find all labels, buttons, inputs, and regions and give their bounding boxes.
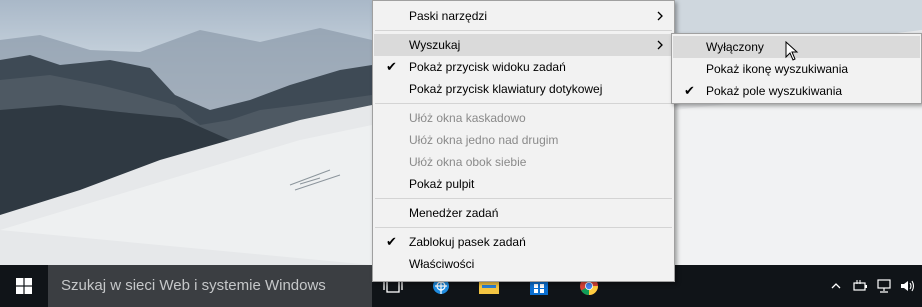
chevron-right-icon bbox=[657, 40, 663, 50]
windows-logo-icon bbox=[16, 278, 32, 294]
menu-item-task-manager[interactable]: Menedżer zadań bbox=[374, 202, 673, 224]
menu-separator bbox=[375, 30, 672, 31]
menu-item-label: Ułóż okna jedno nad drugim bbox=[409, 133, 559, 147]
start-button[interactable] bbox=[0, 265, 48, 307]
menu-item-lock-taskbar[interactable]: ✔ Zablokuj pasek zadań bbox=[374, 231, 673, 253]
menu-item-label: Zablokuj pasek zadań bbox=[409, 235, 526, 249]
menu-item-label: Pokaż przycisk klawiatury dotykowej bbox=[409, 82, 603, 96]
network-icon[interactable] bbox=[874, 265, 894, 307]
menu-item-label: Pokaż przycisk widoku zadań bbox=[409, 60, 566, 74]
menu-item-show-task-view-button[interactable]: ✔ Pokaż przycisk widoku zadań bbox=[374, 56, 673, 78]
checkmark-icon: ✔ bbox=[386, 234, 397, 249]
menu-separator bbox=[375, 103, 672, 104]
menu-item-label: Właściwości bbox=[409, 257, 475, 271]
taskbar-context-menu: Paski narzędzi Wyszukaj ✔ Pokaż przycisk… bbox=[372, 0, 675, 282]
power-icon[interactable] bbox=[850, 265, 870, 307]
menu-item-label: Paski narzędzi bbox=[409, 9, 488, 23]
menu-item-label: Ułóż okna obok siebie bbox=[409, 155, 527, 169]
menu-item-label: Pokaż ikonę wyszukiwania bbox=[706, 62, 849, 76]
menu-item-label: Ułóż okna kaskadowo bbox=[409, 111, 526, 125]
menu-item-cascade-windows: Ułóż okna kaskadowo bbox=[374, 107, 673, 129]
submenu-item-show-search-icon[interactable]: Pokaż ikonę wyszukiwania bbox=[673, 58, 920, 80]
checkmark-icon: ✔ bbox=[684, 83, 695, 98]
menu-item-toolbars[interactable]: Paski narzędzi bbox=[374, 5, 673, 27]
menu-item-stack-windows: Ułóż okna jedno nad drugim bbox=[374, 129, 673, 151]
menu-item-show-touch-keyboard-button[interactable]: Pokaż przycisk klawiatury dotykowej bbox=[374, 78, 673, 100]
taskbar-search-box[interactable]: Szukaj w sieci Web i systemie Windows bbox=[48, 265, 372, 307]
menu-separator bbox=[375, 198, 672, 199]
menu-item-properties[interactable]: Właściwości bbox=[374, 253, 673, 275]
submenu-item-show-search-box[interactable]: ✔ Pokaż pole wyszukiwania bbox=[673, 80, 920, 102]
volume-icon[interactable] bbox=[898, 265, 918, 307]
menu-item-label: Pokaż pulpit bbox=[409, 177, 475, 191]
checkmark-icon: ✔ bbox=[386, 59, 397, 74]
menu-item-label: Menedżer zadań bbox=[409, 206, 499, 220]
mouse-cursor-icon bbox=[785, 41, 799, 61]
menu-item-side-by-side-windows: Ułóż okna obok siebie bbox=[374, 151, 673, 173]
menu-item-show-desktop[interactable]: Pokaż pulpit bbox=[374, 173, 673, 195]
chevron-right-icon bbox=[657, 11, 663, 21]
menu-item-search[interactable]: Wyszukaj bbox=[374, 34, 673, 56]
menu-separator bbox=[375, 227, 672, 228]
menu-item-label: Wyszukaj bbox=[409, 38, 461, 52]
chevron-up-icon[interactable] bbox=[826, 265, 846, 307]
menu-item-label: Pokaż pole wyszukiwania bbox=[706, 84, 843, 98]
menu-item-label: Wyłączony bbox=[706, 40, 764, 54]
